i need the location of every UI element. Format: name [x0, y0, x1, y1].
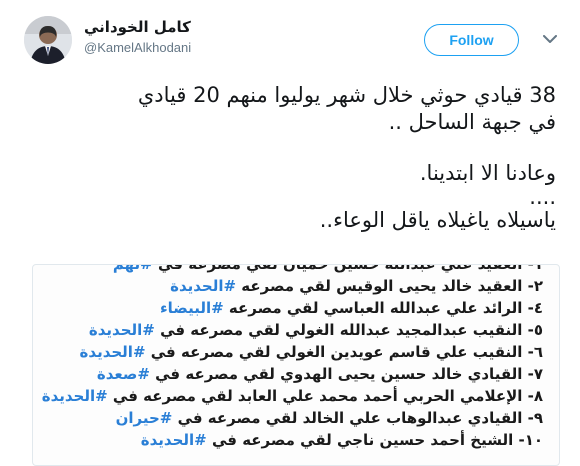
list-item: ٢- العقيد خالد يحيى الوقيس لقي مصرعه #ال…: [170, 277, 543, 295]
tweet-line: وعادنا الا ابتدينا.: [419, 161, 556, 185]
list-item: ١- العقيد علي عبدالله حسين حميان لقي مصر…: [112, 264, 543, 273]
list-item: ١٠- الشيخ أحمد حسين ناجي لقي مصرعه في #ا…: [140, 431, 543, 449]
tweet-line: ....: [529, 185, 556, 209]
tweet-line: ياسيلاه ياغيلاه ياقل الوعاء..: [319, 208, 556, 232]
tweet-media-image[interactable]: ١- العقيد علي عبدالله حسين حميان لقي مصر…: [32, 264, 560, 466]
tweet-text: 38 قيادي حوثي خلال شهر يوليوا منهم 20 قي…: [20, 82, 556, 234]
list-item: ٧- القيادي خالد حسين يحيى الهدوي لقي مصر…: [96, 365, 543, 383]
tweet-line: في جبهة الساحل ..: [388, 110, 556, 134]
tweet-header: كامل الخوداني @KamelAlkhodani Follow: [0, 0, 580, 78]
tweet-line: 38 قيادي حوثي خلال شهر يوليوا منهم 20 قي…: [137, 83, 556, 107]
avatar-photo: [24, 16, 72, 64]
author-handle[interactable]: @KamelAlkhodani: [84, 40, 191, 55]
author-display-name[interactable]: كامل الخوداني: [84, 18, 191, 36]
list-item: ٤- الرائد علي عبدالله العباسي لقي مصرعه …: [160, 299, 543, 317]
avatar[interactable]: [24, 16, 72, 64]
list-item: ٨- الإعلامي الحربي أحمد محمد علي العابد …: [41, 387, 543, 405]
list-item: ٥- النقيب عبدالمجيد عبدالله الغولي لقي م…: [88, 321, 543, 339]
list-item: ٩- القيادي عبدالوهاب علي الخالد لقي مصرع…: [115, 409, 543, 427]
list-item: ٦- النقيب علي قاسم عويدين الغولي لقي مصر…: [79, 343, 543, 361]
media-text-list: ١- العقيد علي عبدالله حسين حميان لقي مصر…: [33, 264, 543, 451]
chevron-down-icon: [543, 34, 557, 43]
follow-button[interactable]: Follow: [424, 24, 519, 56]
more-options-button[interactable]: [539, 28, 561, 50]
author-info: كامل الخوداني @KamelAlkhodani: [84, 18, 191, 55]
